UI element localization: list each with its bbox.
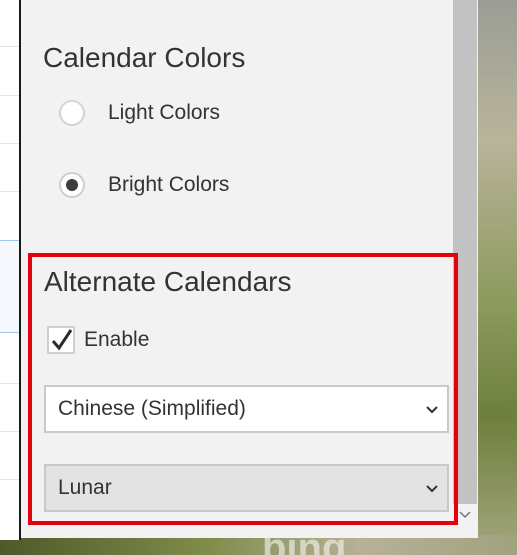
grid-line xyxy=(0,95,19,96)
alternate-calendar-language-select[interactable]: Chinese (Simplified) xyxy=(44,385,449,433)
calendar-colors-heading: Calendar Colors xyxy=(43,42,246,73)
grid-line xyxy=(0,46,19,47)
enable-alternate-calendars[interactable]: Enable xyxy=(47,325,149,355)
radio-label: Light Colors xyxy=(108,101,221,124)
grid-line xyxy=(0,383,19,384)
radio-button[interactable] xyxy=(59,100,85,126)
checkmark-icon xyxy=(51,329,73,351)
alternate-calendar-type-select[interactable]: Lunar xyxy=(44,464,449,512)
desktop-background-bottom xyxy=(0,535,517,555)
scroll-down-arrow-icon[interactable] xyxy=(455,506,475,524)
grid-line xyxy=(0,143,19,144)
enable-checkbox[interactable] xyxy=(47,326,75,354)
grid-line xyxy=(0,479,19,480)
chevron-down-icon xyxy=(417,476,447,500)
radio-light-colors[interactable]: Light Colors xyxy=(59,97,220,129)
radio-button-selected[interactable] xyxy=(59,172,85,198)
radio-label: Bright Colors xyxy=(108,173,230,196)
enable-label: Enable xyxy=(84,328,150,351)
select-value: Chinese (Simplified) xyxy=(58,397,246,420)
alternate-calendars-heading: Alternate Calendars xyxy=(44,266,292,297)
scrollbar-thumb[interactable] xyxy=(453,0,477,504)
chevron-down-icon xyxy=(417,397,447,421)
grid-line xyxy=(0,191,19,192)
grid-line xyxy=(0,431,19,432)
selected-day-cell[interactable] xyxy=(0,240,19,333)
select-value: Lunar xyxy=(58,476,112,499)
calendar-app-strip xyxy=(0,0,19,540)
radio-bright-colors[interactable]: Bright Colors xyxy=(59,169,229,201)
